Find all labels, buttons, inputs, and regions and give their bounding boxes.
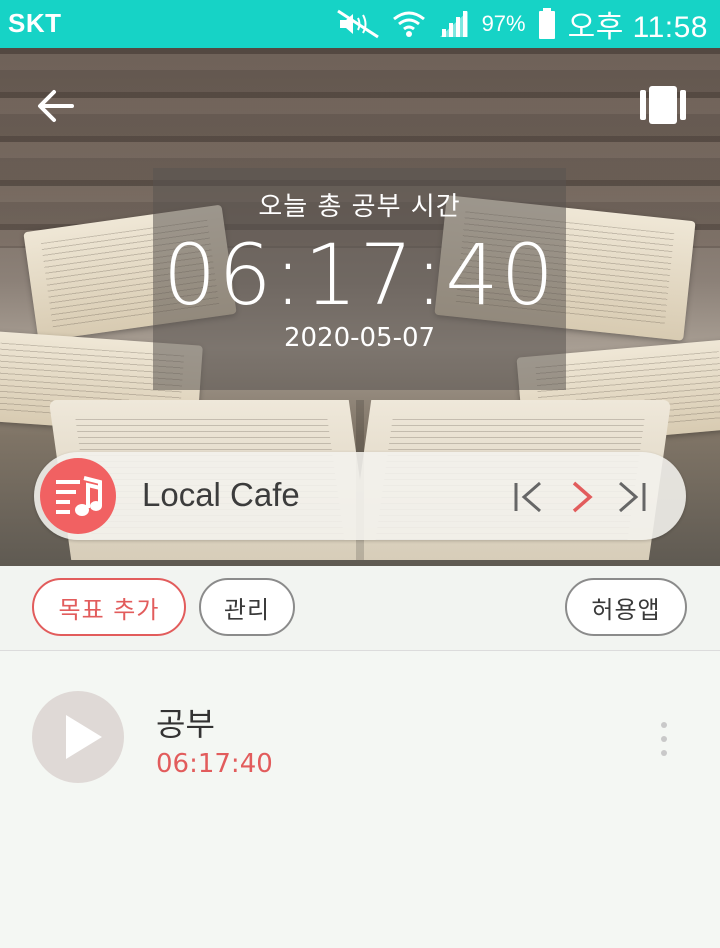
goal-time: 06:17:40 [156, 749, 273, 779]
status-bar: SKT 97% 오후 11:58 [0, 0, 720, 48]
action-bar: 목표 추가 관리 허용앱 [0, 566, 720, 651]
battery-icon [538, 8, 555, 39]
total-study-time: 06:17:40 [162, 226, 557, 324]
manage-button[interactable]: 관리 [199, 578, 295, 636]
music-title: Local Cafe [142, 476, 300, 513]
wifi-icon [392, 11, 425, 37]
more-options-icon[interactable] [656, 721, 672, 757]
allowed-apps-button[interactable]: 허용앱 [565, 578, 687, 636]
play-next-icon[interactable] [564, 480, 598, 514]
back-arrow-icon[interactable] [36, 86, 76, 126]
battery-percent: 97% [481, 11, 526, 36]
play-icon [66, 715, 102, 759]
add-goal-button[interactable]: 목표 추가 [32, 578, 186, 636]
mute-icon [336, 9, 379, 39]
goal-title: 공부 [156, 705, 215, 743]
book-icon[interactable] [640, 86, 686, 124]
list-item[interactable]: 공부 06:17:40 [0, 651, 720, 831]
music-playlist-icon [56, 476, 102, 516]
skip-previous-icon[interactable] [512, 480, 546, 514]
status-icons: 97% 오후 11:58 [336, 4, 708, 44]
signal-icon [439, 11, 468, 37]
play-button[interactable] [32, 691, 124, 783]
carrier-name: SKT [8, 8, 62, 38]
clock: 오후 11:58 [567, 11, 708, 44]
skip-next-icon[interactable] [614, 480, 648, 514]
music-player[interactable]: Local Cafe [34, 452, 686, 540]
goal-list: 공부 06:17:40 [0, 651, 720, 948]
timer-label: 오늘 총 공부 시간 [258, 192, 461, 222]
music-playlist-button[interactable] [40, 458, 116, 534]
study-timer-panel: 오늘 총 공부 시간 06:17:40 2020-05-07 [153, 168, 566, 390]
timer-date: 2020-05-07 [283, 323, 436, 353]
